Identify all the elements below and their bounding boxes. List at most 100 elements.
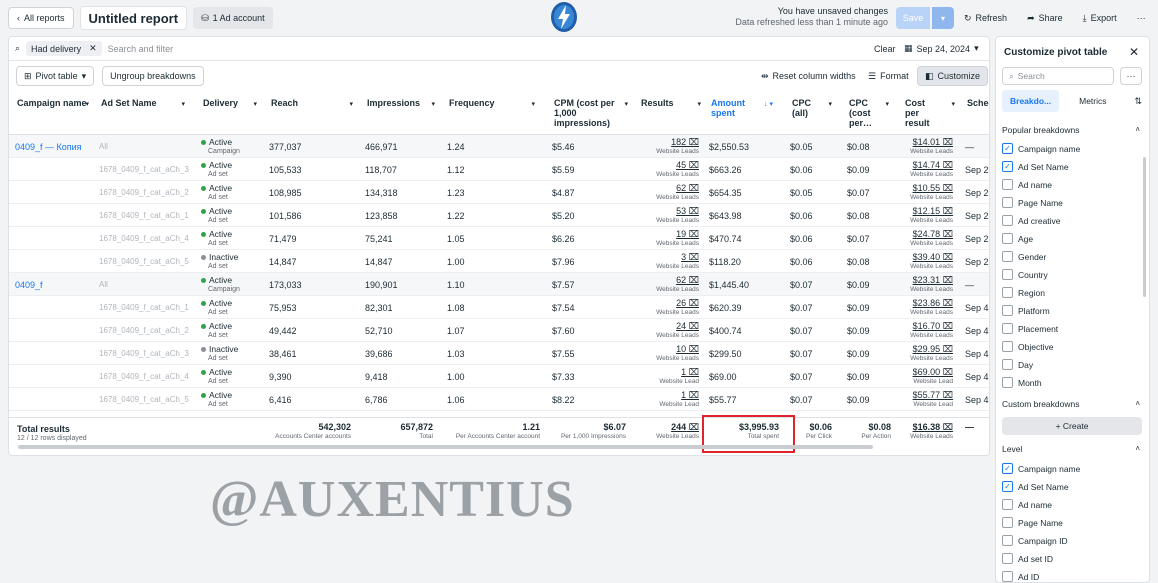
breakdown-option[interactable]: Ad set ID bbox=[1002, 553, 1053, 564]
results-value[interactable]: 24 ⌧ bbox=[676, 321, 699, 331]
breakdown-option[interactable]: Day bbox=[1002, 359, 1033, 370]
breakdown-option[interactable]: ✓ Campaign name bbox=[1002, 463, 1080, 474]
results-value[interactable]: 53 ⌧ bbox=[676, 206, 699, 216]
col-results[interactable]: Results ▾ bbox=[633, 98, 705, 108]
results-value[interactable]: 26 ⌧ bbox=[676, 298, 699, 308]
col-campaign-name[interactable]: Campaign name ▾ bbox=[9, 98, 93, 108]
cpr-value[interactable]: $55.77 ⌧ bbox=[913, 390, 953, 400]
checkbox-icon[interactable] bbox=[1002, 323, 1013, 334]
breakdown-option[interactable]: Ad ID bbox=[1002, 571, 1039, 582]
results-value[interactable]: 182 ⌧ bbox=[671, 137, 699, 147]
horizontal-scrollbar[interactable] bbox=[18, 445, 873, 449]
cpr-value[interactable]: $23.31 ⌧ bbox=[913, 275, 953, 285]
checkbox-icon[interactable] bbox=[1002, 341, 1013, 352]
breakdown-option[interactable]: Country bbox=[1002, 269, 1048, 280]
format-button[interactable]: ☰ Format bbox=[861, 66, 916, 86]
breakdown-option[interactable]: Month bbox=[1002, 377, 1042, 388]
checkbox-icon[interactable] bbox=[1002, 517, 1013, 528]
results-value[interactable]: 19 ⌧ bbox=[676, 229, 699, 239]
ad-account-button[interactable]: ⛁ 1 Ad account bbox=[193, 7, 273, 29]
col-delivery[interactable]: Delivery ▾ bbox=[195, 98, 261, 108]
pivot-table-button[interactable]: ⊞ Pivot table ▾ bbox=[16, 66, 95, 86]
ungroup-breakdowns-button[interactable]: Ungroup breakdowns bbox=[102, 66, 204, 86]
results-value[interactable]: 1 ⌧ bbox=[681, 367, 699, 377]
cpr-value[interactable]: $39.40 ⌧ bbox=[913, 252, 953, 262]
col-schedule[interactable]: Schedule bbox=[959, 98, 989, 108]
checkbox-icon[interactable] bbox=[1002, 305, 1013, 316]
results-value[interactable]: 62 ⌧ bbox=[676, 275, 699, 285]
more-icon[interactable]: ··· bbox=[1120, 67, 1142, 85]
breakdown-option[interactable]: Placement bbox=[1002, 323, 1058, 334]
sort-icon[interactable]: ⇅ bbox=[1134, 96, 1142, 107]
breakdown-option[interactable]: Ad name bbox=[1002, 499, 1052, 510]
share-button[interactable]: ➦ Share bbox=[1019, 7, 1071, 29]
checkbox-checked-icon[interactable]: ✓ bbox=[1002, 463, 1013, 474]
table-row[interactable]: 1678_0409_f_cat_aCh_3 Inactive Ad set 38,46… bbox=[9, 342, 989, 365]
breakdown-option[interactable]: Ad creative bbox=[1002, 215, 1061, 226]
col-ad-set-name[interactable]: Ad Set Name ▾ bbox=[93, 98, 189, 108]
create-button[interactable]: + Create bbox=[1002, 417, 1142, 435]
breakdown-option[interactable]: Platform bbox=[1002, 305, 1050, 316]
refresh-button[interactable]: ↻ Refresh bbox=[956, 7, 1015, 29]
vertical-scrollbar[interactable] bbox=[1143, 157, 1146, 297]
breakdown-option[interactable]: ✓ Ad Set Name bbox=[1002, 481, 1069, 492]
breakdown-option[interactable]: Gender bbox=[1002, 251, 1046, 262]
cpr-value[interactable]: $14.74 ⌧ bbox=[913, 160, 953, 170]
breakdown-option[interactable]: Ad name bbox=[1002, 179, 1052, 190]
checkbox-icon[interactable] bbox=[1002, 233, 1013, 244]
breakdown-option[interactable]: Page Name bbox=[1002, 517, 1063, 528]
customize-button[interactable]: ◧ Customize bbox=[917, 66, 989, 86]
close-icon[interactable]: ✕ bbox=[1129, 45, 1139, 59]
table-row[interactable]: 1678_0409_f_cat_aCh_4 Active Ad set 9,390 9,… bbox=[9, 365, 989, 388]
checkbox-icon[interactable] bbox=[1002, 535, 1013, 546]
results-value[interactable]: 45 ⌧ bbox=[676, 160, 699, 170]
breakdown-option[interactable]: Region bbox=[1002, 287, 1045, 298]
col-reach[interactable]: Reach ▾ bbox=[263, 98, 357, 108]
cpr-value[interactable]: $16.70 ⌧ bbox=[913, 321, 953, 331]
checkbox-icon[interactable] bbox=[1002, 553, 1013, 564]
col-cost-per-result[interactable]: Cost per result ▾ bbox=[897, 98, 959, 128]
panel-search-input[interactable]: ⌕ Search bbox=[1002, 67, 1114, 85]
table-row[interactable]: 1678_0409_f_cat_aCh_3 Active Ad set 105,533… bbox=[9, 158, 989, 181]
results-value[interactable]: 10 ⌧ bbox=[676, 344, 699, 354]
col-amount-spent[interactable]: Amount spent ↓ ▾ bbox=[703, 98, 779, 118]
checkbox-icon[interactable] bbox=[1002, 215, 1013, 226]
breakdown-option[interactable]: Objective bbox=[1002, 341, 1053, 352]
cell-campaign[interactable]: 0409_f — Копия bbox=[9, 135, 93, 158]
all-reports-button[interactable]: ‹ All reports bbox=[8, 7, 74, 29]
filter-chip[interactable]: Had delivery ✕ bbox=[26, 41, 102, 56]
results-value[interactable]: 62 ⌧ bbox=[676, 183, 699, 193]
save-dropdown-icon[interactable]: ▾ bbox=[932, 7, 954, 29]
table-row[interactable]: 1678_0409_f_cat_aCh_2 Active Ad set 49,442 5… bbox=[9, 319, 989, 342]
table-row[interactable]: 1678_0409_f_cat_aCh_4 Active Ad set 71,479 7… bbox=[9, 227, 989, 250]
cpr-value[interactable]: $14.01 ⌧ bbox=[913, 137, 953, 147]
report-title[interactable]: Untitled report bbox=[79, 6, 188, 30]
checkbox-icon[interactable] bbox=[1002, 377, 1013, 388]
table-row[interactable]: 1678_0409_f_cat_aCh_2 Active Ad set 108,985… bbox=[9, 181, 989, 204]
save-button[interactable]: Save bbox=[896, 7, 930, 29]
checkbox-checked-icon[interactable]: ✓ bbox=[1002, 143, 1013, 154]
custom-breakdowns-header[interactable]: Custom breakdowns ˄ bbox=[1002, 399, 1142, 409]
table-row[interactable]: 0409_f All Active Campaign 173,033 190,901 1.1… bbox=[9, 273, 989, 296]
breakdown-option[interactable]: Page Name bbox=[1002, 197, 1063, 208]
table-row[interactable]: 0409_f — Копия All Active Campaign 377,037 46… bbox=[9, 135, 989, 158]
checkbox-icon[interactable] bbox=[1002, 287, 1013, 298]
tab-breakdowns[interactable]: Breakdo... bbox=[1002, 90, 1060, 112]
checkbox-checked-icon[interactable]: ✓ bbox=[1002, 161, 1013, 172]
table-row[interactable]: 1678_0409_f_cat_aCh_5 Inactive Ad set 14,84… bbox=[9, 250, 989, 273]
breakdown-option[interactable]: ✓ Campaign name bbox=[1002, 143, 1080, 154]
checkbox-icon[interactable] bbox=[1002, 359, 1013, 370]
breakdown-option[interactable]: Age bbox=[1002, 233, 1033, 244]
popular-breakdowns-header[interactable]: Popular breakdowns ˄ bbox=[1002, 125, 1142, 135]
table-row[interactable]: 1678_0409_f_cat_aCh_1 Active Ad set 101,586… bbox=[9, 204, 989, 227]
close-icon[interactable]: ✕ bbox=[89, 43, 97, 54]
cell-campaign[interactable]: 0409_f bbox=[9, 273, 93, 296]
clear-button[interactable]: Clear bbox=[874, 44, 896, 54]
checkbox-icon[interactable] bbox=[1002, 571, 1013, 582]
table-row[interactable]: 1678_0409_f_cat_aCh_5 Active Ad set 6,416 6,… bbox=[9, 388, 989, 411]
results-value[interactable]: 1 ⌧ bbox=[681, 390, 699, 400]
col-cpm[interactable]: CPM (cost per 1,000 impressions) ▾ bbox=[546, 98, 632, 128]
cpr-value[interactable]: $29.95 ⌧ bbox=[913, 344, 953, 354]
checkbox-icon[interactable] bbox=[1002, 251, 1013, 262]
search-input[interactable]: Search and filter bbox=[108, 44, 174, 54]
